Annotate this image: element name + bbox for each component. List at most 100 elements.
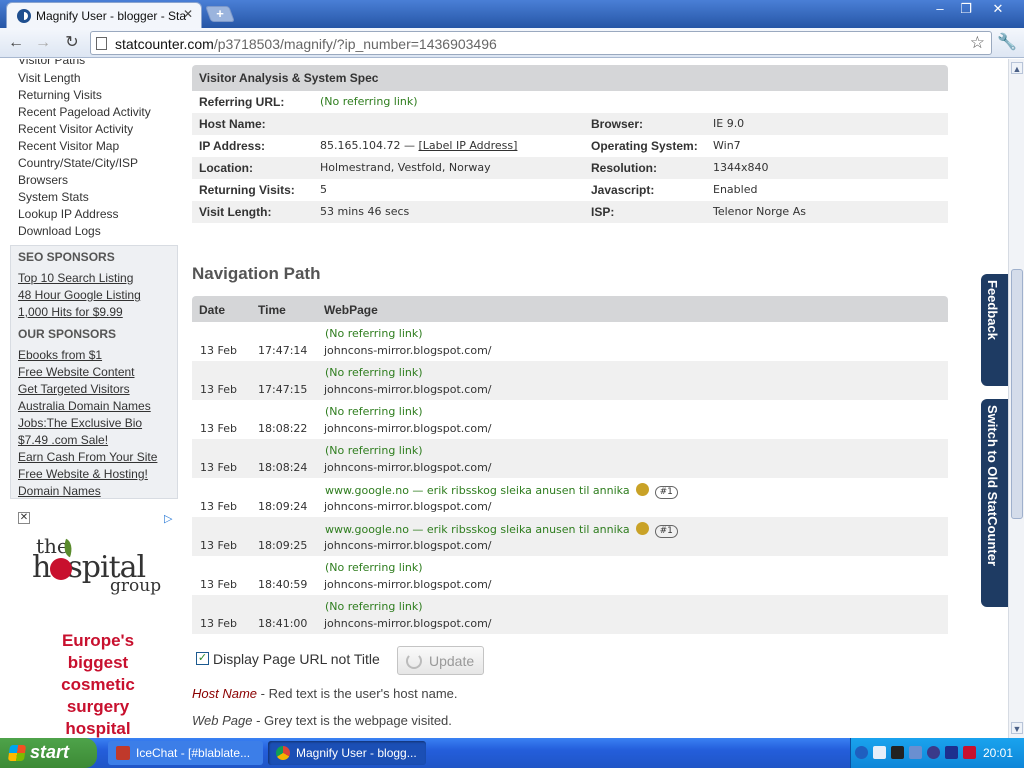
table-row: www.google.no — erik ribsskog sleika anu…: [192, 478, 948, 517]
sidebar-item-system-stats[interactable]: System Stats: [18, 190, 89, 204]
sponsor-link[interactable]: Free Website & Hosting!: [18, 467, 148, 481]
sponsor-link[interactable]: Get Targeted Visitors: [18, 382, 130, 396]
referrer-search-link[interactable]: www.google.no — erik ribsskog sleika anu…: [325, 484, 630, 497]
row-webpage-link[interactable]: johncons-mirror.blogspot.com/: [324, 383, 492, 396]
table-row: (No referring link) 13 Feb 17:47:15 john…: [192, 361, 948, 400]
legend-web-desc: - Grey text is the webpage visited.: [252, 713, 452, 728]
scroll-up-arrow-icon[interactable]: ▲: [1011, 62, 1023, 74]
ip-address-label: IP Address:: [199, 139, 266, 153]
start-button[interactable]: start: [0, 738, 97, 768]
sponsor-link[interactable]: Ebooks from $1: [18, 348, 102, 362]
display-url-checkbox[interactable]: ✓: [196, 652, 209, 665]
search-keyword-icon[interactable]: [635, 522, 649, 535]
row-webpage-link[interactable]: johncons-mirror.blogspot.com/: [324, 500, 492, 513]
taskbar-item-label: Magnify User - blogg...: [296, 746, 417, 760]
sidebar-item-visitor-paths[interactable]: Visitor Paths: [18, 59, 85, 67]
browser-label: Browser:: [591, 117, 644, 131]
vertical-scrollbar[interactable]: ▲ ▼: [1008, 59, 1024, 738]
scrollbar-thumb[interactable]: [1011, 269, 1023, 519]
row-webpage-link[interactable]: johncons-mirror.blogspot.com/: [324, 461, 492, 474]
visitor-analysis-title: Visitor Analysis & System Spec: [199, 71, 379, 85]
row-webpage-link[interactable]: johncons-mirror.blogspot.com/: [324, 617, 492, 630]
row-date: 13 Feb: [200, 344, 237, 357]
tray-app-icon[interactable]: [891, 746, 904, 759]
sponsor-link[interactable]: Jobs:The Exclusive Bio: [18, 416, 142, 430]
tray-app-icon[interactable]: [927, 746, 940, 759]
referrer-search-link[interactable]: www.google.no — erik ribsskog sleika anu…: [325, 523, 630, 536]
sidebar-item-lookup-ip-address[interactable]: Lookup IP Address: [18, 207, 119, 221]
table-row: (No referring link) 13 Feb 17:47:14 john…: [192, 322, 948, 361]
tray-app-icon[interactable]: [909, 746, 922, 759]
host-name-label: Host Name:: [199, 117, 266, 131]
ad-info-icon[interactable]: ▷: [164, 512, 177, 525]
tray-expand-icon[interactable]: [855, 746, 868, 759]
minimize-button[interactable]: –: [928, 1, 952, 17]
scroll-down-arrow-icon[interactable]: ▼: [1011, 722, 1023, 734]
sponsor-link[interactable]: Earn Cash From Your Site: [18, 450, 157, 464]
sidebar-item-recent-visitor-activity[interactable]: Recent Visitor Activity: [18, 122, 133, 136]
sponsor-link[interactable]: Domain Names: [18, 484, 101, 498]
legend-host-desc: - Red text is the user's host name.: [257, 686, 458, 701]
sponsor-link[interactable]: 1,000 Hits for $9.99: [18, 305, 123, 319]
new-tab-button[interactable]: +: [205, 6, 235, 22]
reload-button[interactable]: ↻: [61, 32, 83, 54]
windows-logo-icon: [7, 745, 27, 761]
search-keyword-icon[interactable]: [635, 483, 649, 496]
sidebar-item-download-logs[interactable]: Download Logs: [18, 224, 101, 238]
browser-title-bar: Magnify User - blogger - StatC ✕ + – ❐ ✕: [0, 0, 1024, 28]
row-time: 17:47:14: [258, 344, 308, 357]
sidebar-item-recent-pageload-activity[interactable]: Recent Pageload Activity: [18, 105, 151, 119]
address-bar[interactable]: statcounter.com/p3718503/magnify/?ip_num…: [90, 31, 992, 55]
isp-value: Telenor Norge As: [713, 205, 806, 218]
rank-badge: #1: [654, 486, 678, 499]
hospital-group-ad[interactable]: ✕ ▷ the hospital group Europe's biggest …: [18, 512, 178, 738]
update-button[interactable]: Update: [397, 646, 484, 675]
ad-slogan-line: Europe's: [61, 631, 135, 650]
row-webpage-link[interactable]: johncons-mirror.blogspot.com/: [324, 422, 492, 435]
tab-close-icon[interactable]: ✕: [183, 7, 193, 21]
bookmark-star-icon[interactable]: ☆: [970, 33, 985, 53]
sidebar-item-visit-length[interactable]: Visit Length: [18, 71, 81, 85]
wrench-menu-icon[interactable]: 🔧: [996, 32, 1018, 54]
sidebar-item-browsers[interactable]: Browsers: [18, 173, 68, 187]
close-window-button[interactable]: ✕: [986, 1, 1010, 17]
sponsor-link[interactable]: Top 10 Search Listing: [18, 271, 133, 285]
feedback-tab[interactable]: Feedback: [981, 274, 1008, 386]
security-shield-icon[interactable]: [963, 746, 976, 759]
chrome-icon: [276, 746, 290, 760]
label-ip-address-link[interactable]: [Label IP Address]: [418, 139, 517, 152]
row-time: 18:41:00: [258, 617, 308, 630]
taskbar-item-chrome[interactable]: Magnify User - blogg...: [268, 741, 426, 765]
row-date: 13 Feb: [200, 578, 237, 591]
sidebar-item-country-state-city-isp[interactable]: Country/State/City/ISP: [18, 156, 138, 170]
forward-button[interactable]: →: [32, 32, 54, 54]
our-sponsors-heading: OUR SPONSORS: [18, 327, 117, 341]
sponsor-link[interactable]: Australia Domain Names: [18, 399, 151, 413]
taskbar-item-icechat[interactable]: IceChat - [#blablate...: [108, 741, 263, 765]
ad-slogan: Europe's biggest cosmetic surgery hospit…: [18, 630, 178, 738]
network-icon[interactable]: [873, 746, 886, 759]
ad-close-icon[interactable]: ✕: [18, 512, 30, 524]
row-date: 13 Feb: [200, 461, 237, 474]
row-webpage-link[interactable]: johncons-mirror.blogspot.com/: [324, 539, 492, 552]
sponsor-box: SEO SPONSORS Top 10 Search Listing 48 Ho…: [10, 245, 178, 499]
row-webpage-link[interactable]: johncons-mirror.blogspot.com/: [324, 344, 492, 357]
tray-app-icon[interactable]: [945, 746, 958, 759]
column-webpage: WebPage: [324, 303, 378, 317]
browser-tab[interactable]: Magnify User - blogger - StatC ✕: [6, 2, 202, 28]
sidebar-item-recent-visitor-map[interactable]: Recent Visitor Map: [18, 139, 119, 153]
display-url-label[interactable]: Display Page URL not Title: [213, 651, 380, 667]
sidebar-item-returning-visits[interactable]: Returning Visits: [18, 88, 102, 102]
restore-button[interactable]: ❐: [954, 1, 978, 17]
sponsor-link[interactable]: Free Website Content: [18, 365, 135, 379]
sponsor-link[interactable]: $7.49 .com Sale!: [18, 433, 108, 447]
tab-title: Magnify User - blogger - StatC: [36, 9, 186, 23]
sponsor-link[interactable]: 48 Hour Google Listing: [18, 288, 141, 302]
resolution-value: 1344x840: [713, 161, 769, 174]
back-button[interactable]: ←: [5, 32, 27, 54]
row-referrer: (No referring link): [325, 327, 423, 340]
ad-logo-group: group: [110, 576, 162, 596]
ip-address-value: 85.165.104.72 — [Label IP Address]: [320, 139, 517, 152]
row-webpage-link[interactable]: johncons-mirror.blogspot.com/: [324, 578, 492, 591]
switch-old-statcounter-tab[interactable]: Switch to Old StatCounter: [981, 399, 1008, 607]
